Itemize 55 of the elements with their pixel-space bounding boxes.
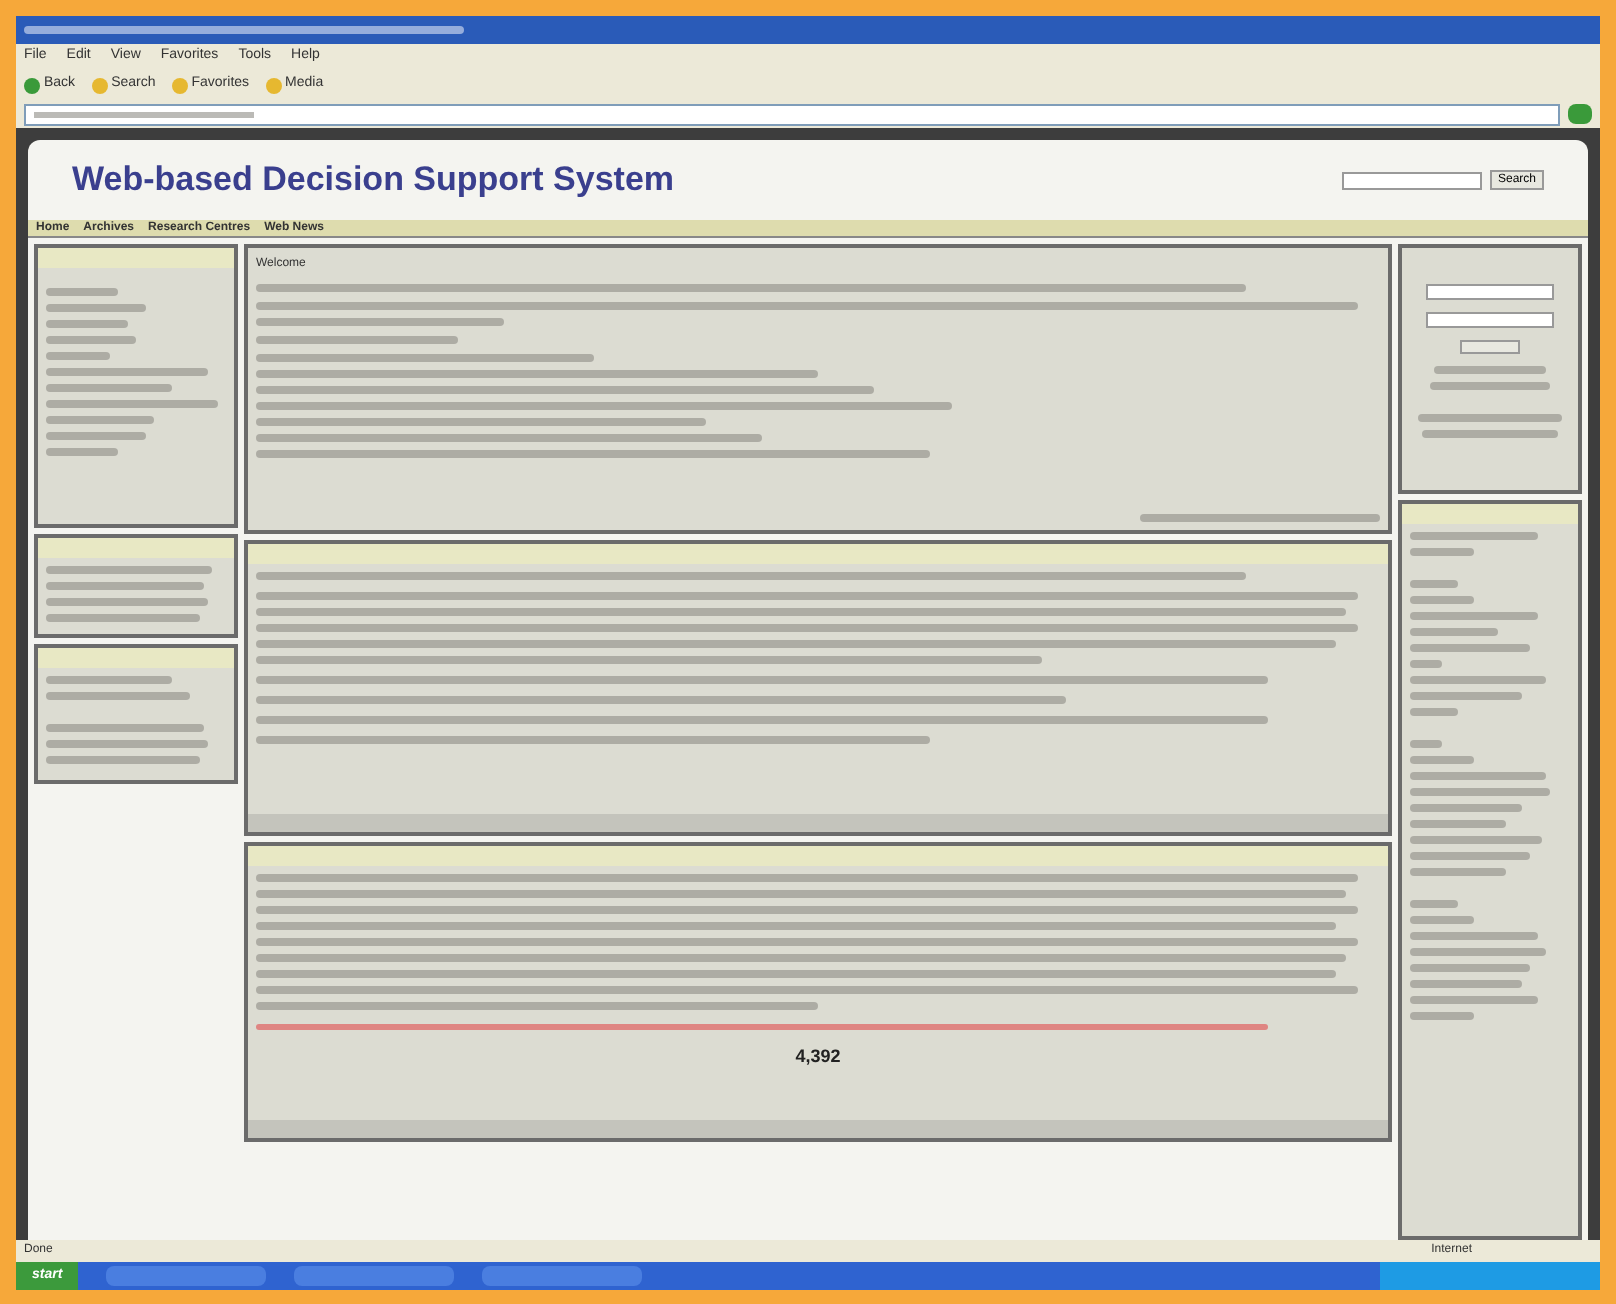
blurred-text-line (46, 692, 190, 700)
toolbar-icon (24, 77, 40, 93)
blurred-text-line (1410, 772, 1546, 780)
address-field[interactable] (24, 103, 1560, 125)
toolbar-icon (91, 77, 108, 93)
go-icon[interactable] (1568, 104, 1592, 124)
blurred-text-line (1410, 932, 1538, 940)
blurred-text-line (1410, 740, 1442, 748)
blurred-text-line (1418, 414, 1562, 422)
blurred-text-line (1430, 382, 1550, 390)
blurred-text-line (1410, 788, 1551, 796)
blurred-text-line (1410, 660, 1442, 668)
blurred-text-line (1410, 692, 1522, 700)
blurred-text-line (1410, 612, 1538, 620)
blurred-text-line (1410, 948, 1546, 956)
blurred-text-line (46, 676, 172, 684)
blurred-text-line (1410, 868, 1506, 876)
blurred-text-line (1410, 900, 1458, 908)
blurred-text-line (1410, 836, 1542, 844)
blurred-text-line (1410, 1012, 1474, 1020)
blurred-text-line (1410, 804, 1522, 812)
blurred-text-line (1422, 430, 1558, 438)
blurred-text-line (1410, 996, 1538, 1004)
blurred-text-line (1410, 980, 1522, 988)
blurred-text-line (1410, 852, 1530, 860)
username-field[interactable] (1426, 284, 1554, 300)
blurred-text-line (46, 304, 145, 312)
blurred-text-line (46, 448, 118, 456)
blurred-text-line (1410, 532, 1538, 540)
blurred-text-line (1410, 596, 1474, 604)
blurred-text-line (1410, 676, 1546, 684)
blurred-text-line (1410, 548, 1474, 556)
blurred-text-line (1434, 366, 1546, 374)
blurred-text-line (1410, 820, 1506, 828)
search-field[interactable] (1341, 171, 1482, 189)
blurred-text-line (46, 384, 172, 392)
login-button[interactable] (1460, 340, 1520, 354)
blurred-text-line (1410, 580, 1458, 588)
blurred-text-line (46, 352, 109, 360)
blurred-text-line (1410, 964, 1530, 972)
blurred-text-line (1410, 708, 1458, 716)
blurred-text-line (1410, 756, 1474, 764)
blurred-text-line (46, 336, 136, 344)
password-field[interactable] (1426, 312, 1554, 328)
toolbar-icon (171, 77, 188, 93)
blurred-text-line (1410, 916, 1474, 924)
site-title: Web-based Decision Support System (72, 158, 675, 203)
blurred-text-line (46, 320, 127, 328)
blurred-text-line (46, 432, 145, 440)
toolbar-icon (265, 77, 282, 93)
blurred-text-line (1410, 628, 1498, 636)
total-count: 4,392 (795, 1044, 841, 1070)
blurred-text-line (46, 416, 154, 424)
blurred-text-line (46, 288, 118, 296)
blurred-text-line (1410, 644, 1530, 652)
